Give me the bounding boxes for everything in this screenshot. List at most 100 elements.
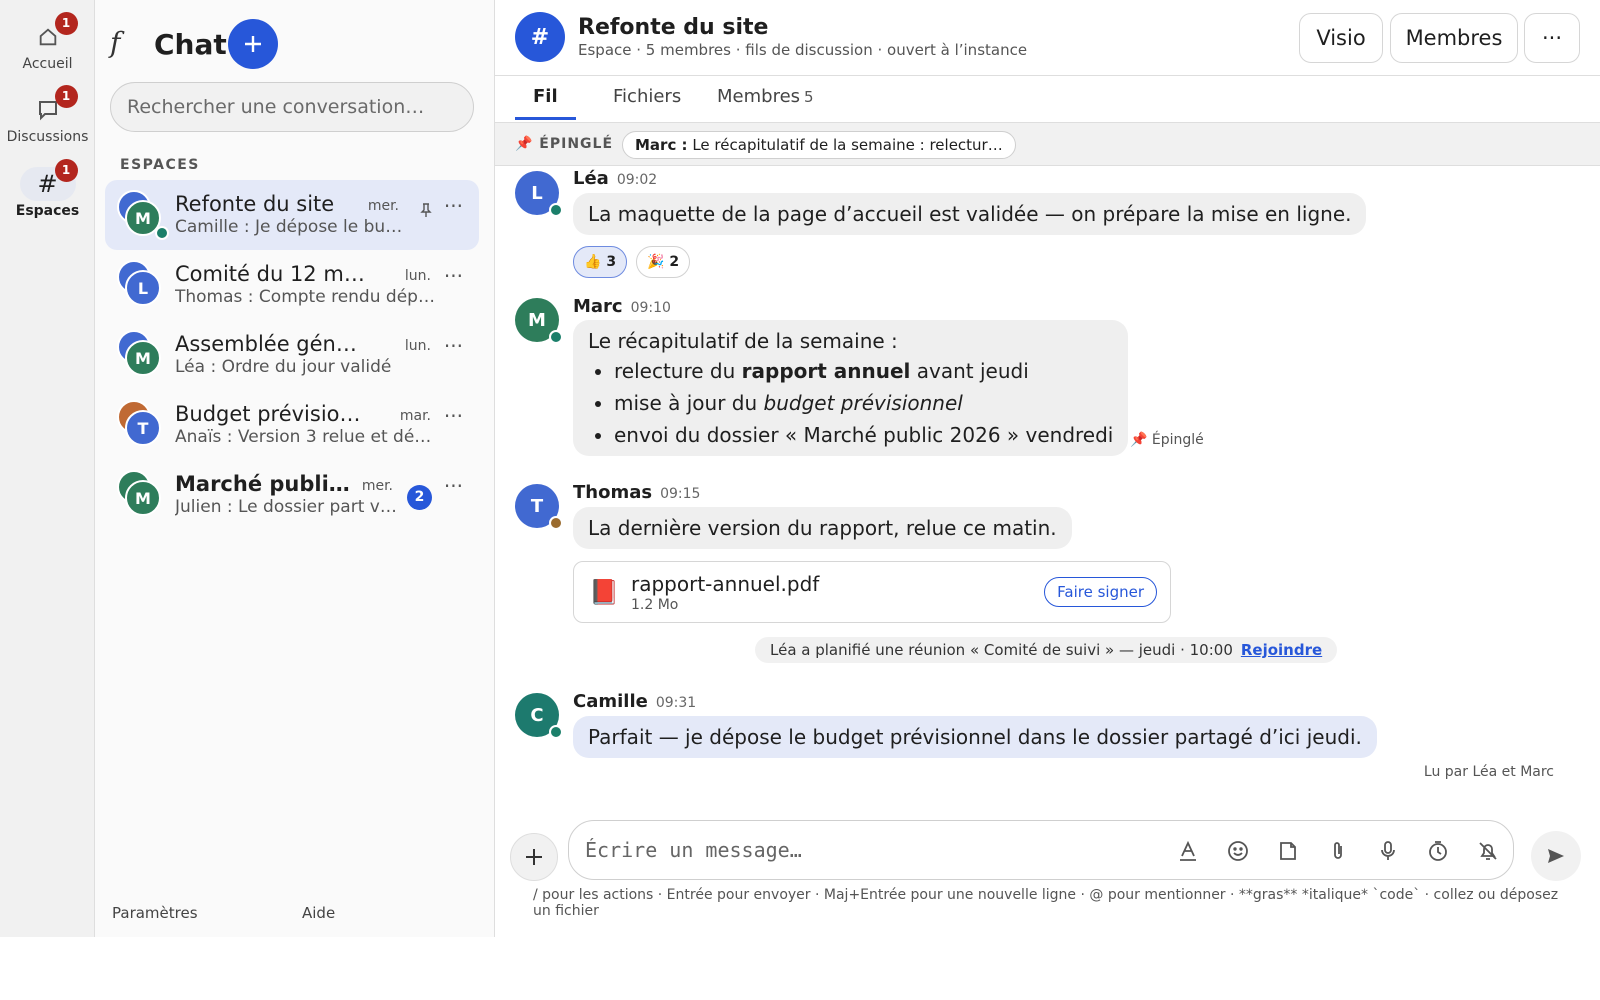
avatar[interactable]: T	[515, 484, 563, 530]
message-bubble: La dernière version du rapport, relue ce…	[573, 507, 1072, 549]
avatar: M	[125, 340, 161, 376]
meeting-event-notice: Léa a planifié une réunion « Comité de s…	[755, 637, 1338, 663]
conversation-date: mer.	[367, 198, 399, 214]
tab-count: 5	[804, 88, 814, 106]
rail-item-espaces[interactable]: # 1 Espaces	[0, 159, 95, 219]
message-time: 09:10	[630, 300, 671, 316]
conversation-more-button[interactable]: ···	[444, 194, 463, 218]
conversation-name: Comité du 12 mars	[175, 262, 365, 286]
conversation-date: mer.	[361, 478, 393, 494]
conversation-item-assemblee[interactable]: M Assemblée générale lun. Léa : Ordre du…	[105, 320, 479, 390]
presence-online-icon	[155, 226, 169, 240]
tab-membres[interactable]: Membres 5	[699, 86, 832, 120]
join-meeting-link[interactable]: Rejoindre	[1241, 641, 1322, 659]
hash-glyph: #	[37, 170, 58, 198]
pinned-tag: 📌 Épinglé	[1130, 432, 1204, 448]
new-conversation-button[interactable]	[228, 19, 278, 69]
document-icon[interactable]	[1275, 838, 1301, 864]
help-link[interactable]: Aide	[302, 904, 335, 922]
conversation-more-button[interactable]: ···	[444, 404, 463, 428]
home-icon: 1	[20, 12, 78, 54]
app-rail: 1 Accueil 1 Discussions # 1 Espaces	[0, 0, 95, 937]
send-button[interactable]	[1531, 831, 1581, 881]
conversation-preview: Thomas : Compte rendu déposé	[175, 287, 437, 307]
conversation-item-refonte[interactable]: M Refonte du site mer. Camille : Je dépo…	[105, 180, 479, 250]
rail-label: Espaces	[15, 203, 80, 219]
chat-bubble-icon: 1	[20, 85, 78, 127]
microphone-icon[interactable]	[1375, 838, 1401, 864]
sign-file-button[interactable]: Faire signer	[1044, 577, 1157, 607]
notifications-off-icon[interactable]	[1475, 838, 1501, 864]
plus-icon	[526, 849, 542, 865]
conversation-sidebar: 𝑓 Chat ESPACES M Refonte du site mer. Ca…	[95, 0, 495, 937]
conversation-search-input[interactable]	[110, 82, 474, 132]
avatar[interactable]: L	[515, 171, 563, 217]
conversation-name: Assemblée générale	[175, 332, 365, 356]
add-attachment-button[interactable]	[510, 833, 558, 881]
conversation-preview: Camille : Je dépose le bud…	[175, 217, 405, 237]
pin-icon	[419, 202, 433, 218]
conversation-preview: Julien : Le dossier part ve…	[175, 497, 397, 517]
plus-icon	[245, 36, 261, 52]
timer-icon[interactable]	[1425, 838, 1451, 864]
conversation-name: Marché public …	[175, 472, 361, 496]
conversation-more-button[interactable]: ···	[444, 264, 463, 288]
rail-label: Accueil	[22, 56, 73, 72]
avatar: L	[125, 270, 161, 306]
message-author: Marc 09:10	[573, 296, 671, 317]
notification-badge: 1	[54, 12, 78, 35]
conversation-item-comite[interactable]: L Comité du 12 mars lun. Thomas : Compte…	[105, 250, 479, 320]
more-options-button[interactable]: ···	[1524, 13, 1580, 63]
conversation-date: lun.	[404, 338, 431, 354]
header-divider	[495, 75, 1600, 76]
message-bubble: Parfait — je dépose le budget prévisionn…	[573, 716, 1377, 758]
avatar[interactable]: M	[515, 298, 563, 344]
pdf-file-icon: 📕	[589, 578, 619, 606]
hash-icon: # 1	[19, 159, 78, 201]
conversation-more-button[interactable]: ···	[444, 474, 463, 498]
message-time: 09:02	[616, 172, 658, 188]
conversation-view: # Refonte du site Espace · 5 membres · f…	[495, 0, 1600, 937]
settings-link[interactable]: Paramètres	[112, 904, 198, 922]
message-bubble: La maquette de la page d’accueil est val…	[573, 193, 1367, 235]
message-input[interactable]	[585, 831, 1145, 869]
text-format-icon[interactable]	[1175, 838, 1201, 864]
reaction-party[interactable]: 🎉 2	[636, 246, 691, 278]
rail-item-accueil[interactable]: 1 Accueil	[0, 12, 95, 72]
pinned-banner: 📌 ÉPINGLÉ Marc : Le récapitulatif de la …	[495, 122, 1600, 166]
rail-label: Discussions	[6, 129, 89, 145]
avatar[interactable]: C	[515, 693, 563, 739]
notification-badge: 1	[54, 85, 78, 108]
presence-online-icon	[549, 330, 563, 344]
list-item: envoi du dossier « Marché public 2026 » …	[614, 424, 1113, 446]
pinned-message-chip[interactable]: Marc : Le récapitulatif de la semaine : …	[622, 131, 1016, 159]
visio-button[interactable]: Visio	[1299, 13, 1383, 63]
read-receipt: Lu par Léa et Marc	[1423, 764, 1554, 780]
send-icon	[1548, 849, 1564, 863]
app-title: Chat	[154, 28, 227, 61]
conversation-item-budget[interactable]: T Budget prévisionnel mar. Anaïs : Versi…	[105, 390, 479, 460]
section-label-espaces: ESPACES	[120, 157, 200, 173]
conversation-name: Budget prévisionnel	[175, 402, 365, 426]
message-composer	[568, 820, 1514, 880]
message-author: Léa 09:02	[573, 168, 658, 189]
avatar: M	[125, 480, 161, 516]
room-title: Refonte du site	[578, 15, 769, 40]
members-button[interactable]: Membres	[1390, 13, 1518, 63]
conversation-name: Refonte du site	[175, 192, 335, 216]
message-author: Camille 09:31	[573, 691, 697, 712]
emoji-icon[interactable]	[1225, 838, 1251, 864]
rail-item-discussions[interactable]: 1 Discussions	[0, 85, 95, 145]
list-item: mise à jour du budget prévisionnel	[614, 392, 1113, 414]
reaction-thumbs-up[interactable]: 👍 3	[573, 246, 628, 278]
file-attachment[interactable]: 📕 rapport-annuel.pdf 1.2 Mo Faire signer	[573, 561, 1171, 623]
conversation-item-marche-public[interactable]: M Marché public … mer. Julien : Le dossi…	[105, 460, 479, 530]
app-logo: 𝑓	[110, 26, 121, 59]
paperclip-icon[interactable]	[1325, 838, 1351, 864]
tab-fil[interactable]: Fil	[515, 86, 576, 120]
conversation-more-button[interactable]: ···	[444, 334, 463, 358]
tab-fichiers[interactable]: Fichiers	[595, 86, 699, 120]
conversation-preview: Léa : Ordre du jour validé	[175, 357, 392, 377]
presence-away-icon	[549, 516, 563, 530]
message-author: Thomas 09:15	[573, 482, 701, 503]
